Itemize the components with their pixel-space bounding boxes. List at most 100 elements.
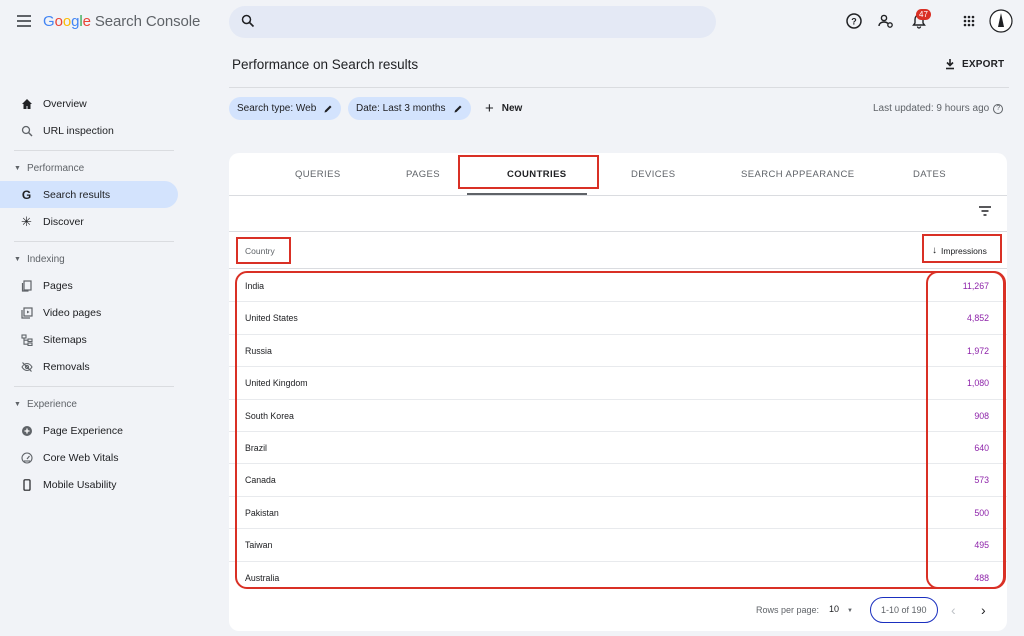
rows-per-page-label: Rows per page: — [756, 605, 820, 615]
new-label: New — [501, 103, 523, 114]
search-input[interactable] — [265, 12, 705, 32]
pages-icon — [20, 279, 33, 292]
menu-icon[interactable] — [14, 12, 34, 32]
caret-down-icon: ▼ — [14, 165, 21, 172]
tab-search-appearance[interactable]: SEARCH APPEARANCE — [741, 169, 854, 180]
edit-pencil-icon — [324, 105, 332, 112]
sidebar-item-label: Mobile Usability — [43, 478, 117, 491]
sidebar-item-label: Core Web Vitals — [43, 451, 119, 464]
logo-google: Google — [43, 13, 91, 30]
active-tab-indicator — [467, 193, 587, 195]
divider — [14, 241, 174, 242]
sidebar-item-mobile-usability[interactable]: Mobile Usability — [0, 471, 190, 498]
svg-text:?: ? — [851, 17, 857, 27]
table-header: Country ↓ Impressions — [229, 231, 1007, 269]
sidebar-item-label: Page Experience — [43, 424, 123, 437]
sidebar-item-page-experience[interactable]: Page Experience — [0, 417, 190, 444]
tab-devices[interactable]: DEVICES — [631, 169, 676, 180]
sidebar-section-indexing[interactable]: ▼ Indexing — [0, 247, 190, 272]
manage-users-icon[interactable] — [877, 12, 895, 30]
filter-chip-search-type[interactable]: Search type: Web — [229, 97, 342, 120]
rows-per-page-value: 10 — [829, 604, 840, 614]
sidebar-item-discover[interactable]: ✳ Discover — [0, 208, 190, 235]
tab-pages[interactable]: PAGES — [406, 169, 440, 180]
sidebar-item-label: Overview — [43, 97, 87, 110]
sidebar-item-label: Discover — [43, 215, 84, 228]
highlight-box-pagination-range — [870, 597, 938, 623]
phone-icon — [20, 478, 33, 491]
chip-label: Date: Last 3 months — [356, 103, 446, 114]
notification-badge: 47 — [916, 9, 931, 20]
last-updated: Last updated: 9 hours ago ? — [873, 103, 1004, 114]
avatar[interactable] — [989, 9, 1013, 33]
sidebar-item-search-results[interactable]: G Search results — [0, 181, 178, 208]
tab-dates[interactable]: DATES — [913, 169, 946, 180]
chip-label: Search type: Web — [237, 103, 317, 114]
sidebar-item-url-inspection[interactable]: URL inspection — [0, 117, 190, 144]
sidebar-item-label: Removals — [43, 360, 90, 373]
caret-down-icon: ▼ — [14, 256, 21, 263]
highlight-box-impressions-column — [926, 271, 1006, 589]
highlight-box-country-header — [236, 237, 291, 264]
logo-product-name: Search Console — [94, 13, 201, 30]
sidebar-item-video-pages[interactable]: Video pages — [0, 299, 190, 326]
sitemap-icon — [20, 333, 33, 346]
sidebar-item-label: Video pages — [43, 306, 102, 319]
section-label: Indexing — [26, 254, 65, 265]
sidebar-section-performance[interactable]: ▼ Performance — [0, 156, 190, 181]
sidebar-item-label: Pages — [43, 279, 73, 292]
plus-icon: + — [485, 100, 494, 117]
search-bar[interactable] — [229, 6, 716, 38]
asterisk-icon: ✳ — [21, 213, 32, 229]
highlight-box-countries-tab — [458, 155, 599, 189]
caret-down-icon: ▼ — [14, 401, 21, 408]
google-g-icon: G — [21, 187, 32, 202]
download-icon — [946, 59, 954, 70]
highlight-box-impressions-header — [922, 234, 1002, 263]
sidebar-item-label: Sitemaps — [43, 333, 87, 346]
report-card: QUERIES PAGES COUNTRIES DEVICES SEARCH A… — [229, 153, 1007, 631]
section-label: Experience — [26, 399, 77, 410]
sidebar-item-label: URL inspection — [43, 124, 114, 137]
eye-off-icon — [20, 360, 33, 373]
divider — [14, 386, 174, 387]
divider — [14, 150, 174, 151]
help-icon[interactable]: ? — [845, 12, 863, 30]
pagination-footer: Rows per page: 10 ▼ 1-10 of 190 ‹ › — [229, 593, 1007, 631]
section-label: Performance — [26, 163, 85, 174]
dimension-tabs: QUERIES PAGES COUNTRIES DEVICES SEARCH A… — [229, 153, 1007, 196]
logo[interactable]: Google Search Console — [43, 13, 200, 30]
chevron-right-icon[interactable]: › — [981, 602, 986, 618]
last-updated-text: Last updated: 9 hours ago — [873, 103, 990, 114]
top-bar: Google Search Console ? 47 — [0, 0, 1024, 44]
export-label: EXPORT — [962, 58, 1005, 70]
video-pages-icon — [20, 306, 33, 319]
page-title: Performance on Search results — [232, 57, 419, 72]
sidebar-item-sitemaps[interactable]: Sitemaps — [0, 326, 190, 353]
dropdown-arrow-icon: ▼ — [847, 608, 853, 614]
highlight-box-country-column — [235, 271, 1005, 589]
sidebar-item-pages[interactable]: Pages — [0, 272, 190, 299]
export-button[interactable]: EXPORT — [944, 58, 1004, 70]
help-circle-icon[interactable]: ? — [993, 103, 1004, 114]
sidebar-item-overview[interactable]: Overview — [0, 90, 190, 117]
gauge-icon — [20, 451, 33, 464]
sidebar-section-experience[interactable]: ▼ Experience — [0, 392, 190, 417]
filter-chip-date[interactable]: Date: Last 3 months — [348, 97, 471, 120]
home-icon — [20, 97, 33, 110]
chevron-left-icon[interactable]: ‹ — [951, 602, 956, 618]
apps-grid-icon[interactable] — [960, 12, 978, 30]
search-icon — [241, 14, 255, 28]
search-icon — [20, 124, 33, 137]
plus-circle-icon — [20, 424, 33, 437]
tab-queries[interactable]: QUERIES — [295, 169, 341, 180]
sidebar: Overview URL inspection ▼ Performance G … — [0, 90, 190, 498]
sidebar-item-label: Search results — [43, 188, 111, 201]
sidebar-item-core-web-vitals[interactable]: Core Web Vitals — [0, 444, 190, 471]
new-filter-button[interactable]: + New — [485, 100, 522, 117]
filter-rows-icon[interactable] — [978, 205, 992, 217]
divider — [229, 87, 1009, 88]
rows-per-page-select[interactable]: 10 ▼ — [829, 604, 853, 614]
sidebar-item-removals[interactable]: Removals — [0, 353, 190, 380]
edit-pencil-icon — [454, 105, 461, 112]
